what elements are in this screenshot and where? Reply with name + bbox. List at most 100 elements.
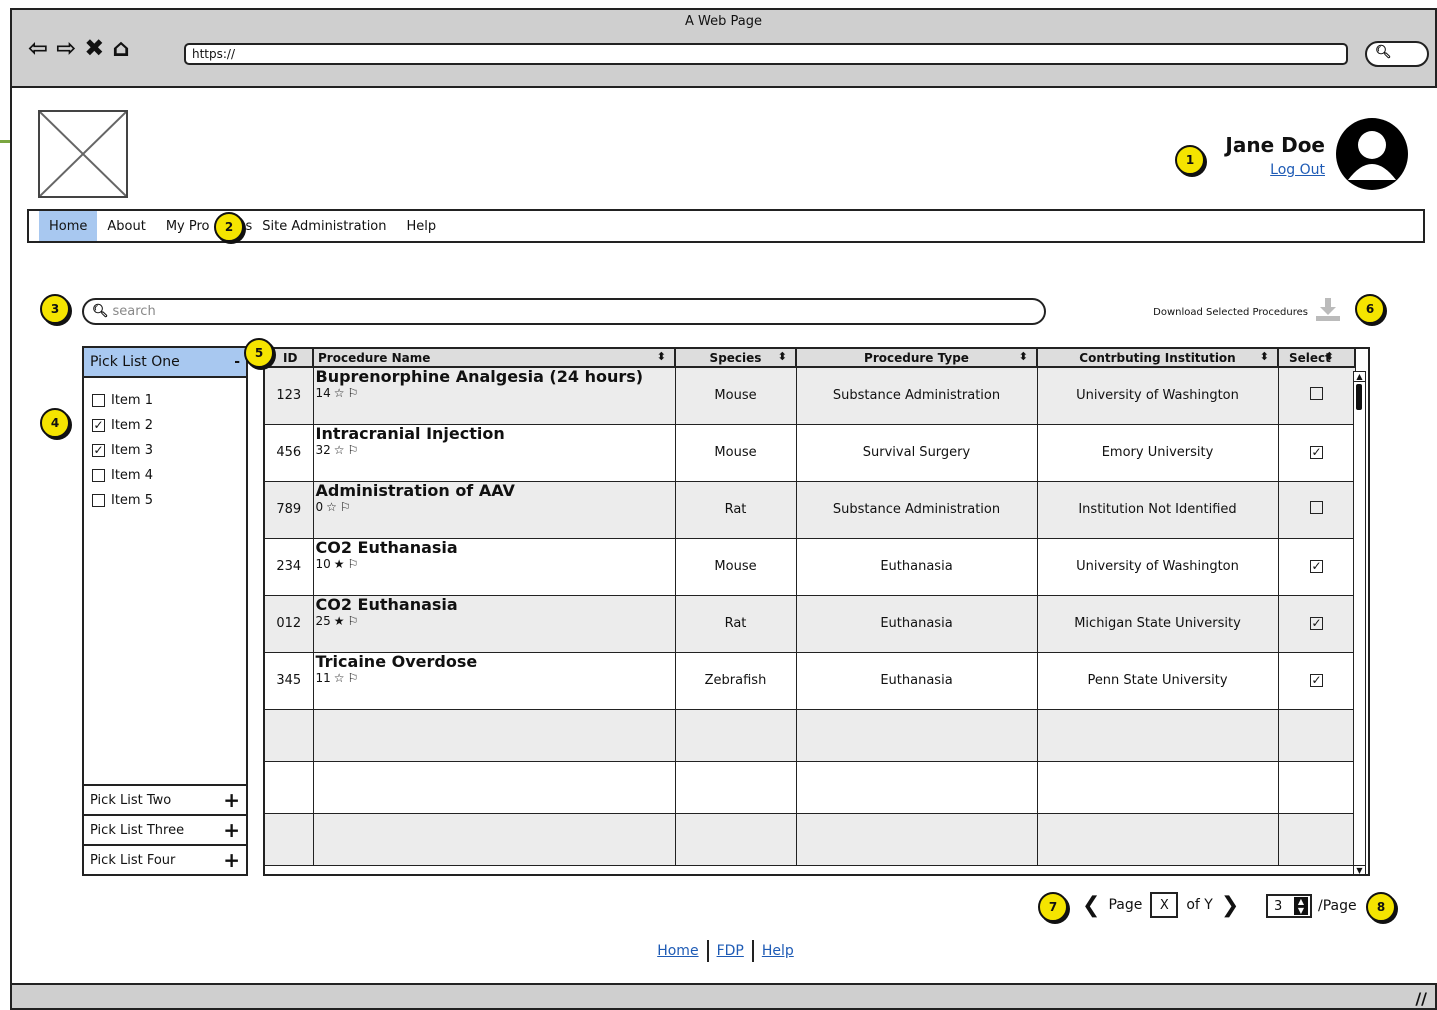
annotation-marker-1: 1: [1175, 145, 1205, 175]
cell-procedure-name[interactable]: Tricaine Overdose 11 ☆ ⚐: [313, 652, 676, 710]
col-header-select[interactable]: Select ⬍: [1278, 349, 1356, 368]
star-outline-icon[interactable]: ☆: [334, 443, 345, 457]
table-row[interactable]: 123 Buprenorphine Analgesia (24 hours) 14 ☆…: [265, 367, 1356, 425]
pick-list-one-header[interactable]: Pick List One -: [84, 348, 246, 378]
sort-icon[interactable]: ⬍: [1325, 350, 1334, 363]
table-row[interactable]: 345 Tricaine Overdose 11 ☆ ⚐ Zebrafish Euthana…: [265, 652, 1356, 710]
footer-home-link[interactable]: Home: [657, 943, 698, 959]
forward-icon[interactable]: ⇨: [56, 34, 76, 62]
select-checkbox[interactable]: ✓: [1310, 560, 1323, 573]
sort-icon[interactable]: ⬍: [657, 350, 666, 363]
pick-list-four[interactable]: Pick List Four +: [84, 844, 246, 874]
logout-link[interactable]: Log Out: [1220, 162, 1325, 178]
procedure-meta: 10 ★ ⚐: [316, 557, 675, 571]
expand-icon[interactable]: +: [223, 818, 240, 842]
star-filled-icon[interactable]: ★: [334, 614, 345, 628]
stepper-arrows-icon[interactable]: ▲ ▼: [1294, 897, 1308, 915]
col-header-procedure-name[interactable]: Procedure Name ⬍: [313, 349, 676, 368]
scroll-down-icon[interactable]: ▼: [1354, 865, 1365, 874]
sort-icon[interactable]: ⬍: [1019, 350, 1028, 363]
flag-icon[interactable]: ⚐: [348, 614, 359, 628]
cell-procedure-name[interactable]: CO2 Euthanasia 10 ★ ⚐: [313, 538, 676, 596]
per-page-stepper[interactable]: 3 ▲ ▼: [1266, 894, 1312, 918]
star-outline-icon[interactable]: ☆: [326, 500, 337, 514]
expand-icon[interactable]: +: [223, 788, 240, 812]
expand-icon[interactable]: +: [223, 848, 240, 872]
next-page-icon[interactable]: ❯: [1221, 893, 1239, 918]
table-row[interactable]: 012 CO2 Euthanasia 25 ★ ⚐ Rat Euthanasia Michig…: [265, 595, 1356, 653]
avatar[interactable]: [1336, 118, 1408, 190]
flag-icon[interactable]: ⚐: [348, 443, 359, 457]
select-checkbox[interactable]: [1310, 501, 1323, 514]
scroll-thumb[interactable]: [1356, 384, 1362, 410]
pick-list-item[interactable]: Item 5: [92, 488, 238, 513]
footer-help-link[interactable]: Help: [762, 943, 794, 959]
pick-list-checkbox[interactable]: [92, 469, 105, 482]
star-filled-icon[interactable]: ★: [334, 557, 345, 571]
collapse-icon[interactable]: -: [234, 354, 240, 370]
procedure-title[interactable]: Tricaine Overdose: [316, 652, 675, 671]
flag-icon[interactable]: ⚐: [348, 386, 359, 400]
col-header-institution[interactable]: Contrbuting Institution ⬍: [1037, 349, 1279, 368]
select-checkbox[interactable]: [1310, 387, 1323, 401]
empty-cell: [1278, 813, 1356, 866]
pick-list-item[interactable]: ✓ Item 2: [92, 413, 238, 438]
col-header-procedure-type[interactable]: Procedure Type ⬍: [796, 349, 1038, 368]
nav-site-administration[interactable]: Site Administration: [252, 211, 396, 241]
procedure-title[interactable]: CO2 Euthanasia: [316, 538, 675, 557]
pick-list-checkbox[interactable]: ✓: [92, 419, 105, 432]
cell-procedure-name[interactable]: Administration of AAV 0 ☆ ⚐: [313, 481, 676, 539]
star-outline-icon[interactable]: ☆: [334, 386, 345, 400]
cell-institution: University of Washington: [1037, 367, 1279, 425]
nav-home[interactable]: Home: [39, 211, 98, 241]
table-scrollbar[interactable]: ▲ ▼: [1353, 371, 1366, 874]
select-checkbox[interactable]: ✓: [1310, 446, 1323, 459]
pick-list-two[interactable]: Pick List Two +: [84, 784, 246, 814]
procedure-title[interactable]: Intracranial Injection: [316, 424, 675, 443]
annotation-marker-6: 6: [1355, 294, 1385, 324]
prev-page-icon[interactable]: ❮: [1082, 893, 1100, 918]
pick-list-item[interactable]: Item 4: [92, 463, 238, 488]
cell-select: ✓: [1278, 652, 1356, 710]
sort-icon[interactable]: ⬍: [778, 350, 787, 363]
nav-help[interactable]: Help: [397, 211, 447, 241]
select-checkbox[interactable]: ✓: [1310, 617, 1323, 630]
procedure-title[interactable]: CO2 Euthanasia: [316, 595, 675, 614]
home-icon[interactable]: ⌂: [112, 34, 129, 62]
cell-id: 345: [265, 652, 314, 710]
search-input[interactable]: 🔍︎ search: [82, 298, 1046, 325]
scroll-up-icon[interactable]: ▲: [1354, 372, 1365, 382]
flag-icon[interactable]: ⚐: [340, 500, 351, 514]
procedure-title[interactable]: Buprenorphine Analgesia (24 hours): [316, 368, 675, 386]
back-icon[interactable]: ⇦: [28, 34, 48, 62]
pick-list-checkbox[interactable]: [92, 494, 105, 507]
resize-grip-icon[interactable]: //: [1415, 989, 1427, 1008]
flag-icon[interactable]: ⚐: [348, 557, 359, 571]
empty-cell: [265, 761, 314, 814]
url-bar[interactable]: https://: [184, 43, 1348, 65]
select-checkbox[interactable]: ✓: [1310, 674, 1323, 687]
stop-icon[interactable]: ✖: [84, 34, 104, 62]
pick-list-two-title: Pick List Two: [90, 792, 172, 808]
sort-icon[interactable]: ⬍: [1260, 350, 1269, 363]
table-row[interactable]: 456 Intracranial Injection 32 ☆ ⚐ Mouse Surviv…: [265, 424, 1356, 482]
nav-about[interactable]: About: [97, 211, 155, 241]
col-header-species[interactable]: Species ⬍: [675, 349, 797, 368]
footer-fdp-link[interactable]: FDP: [717, 943, 744, 959]
cell-procedure-name[interactable]: Intracranial Injection 32 ☆ ⚐: [313, 424, 676, 482]
cell-procedure-name[interactable]: CO2 Euthanasia 25 ★ ⚐: [313, 595, 676, 653]
pick-list-checkbox[interactable]: ✓: [92, 444, 105, 457]
table-row[interactable]: 789 Administration of AAV 0 ☆ ⚐ Rat Substance …: [265, 481, 1356, 539]
browser-search-icon[interactable]: 🔍︎: [1365, 41, 1429, 67]
table-row[interactable]: 234 CO2 Euthanasia 10 ★ ⚐ Mouse Euthanasia Univ…: [265, 538, 1356, 596]
pick-list-three[interactable]: Pick List Three +: [84, 814, 246, 844]
pick-list-checkbox[interactable]: [92, 394, 105, 407]
pick-list-item[interactable]: ✓ Item 3: [92, 438, 238, 463]
pick-list-item[interactable]: Item 1: [92, 388, 238, 413]
page-number-input[interactable]: X: [1150, 892, 1179, 918]
star-outline-icon[interactable]: ☆: [334, 671, 345, 685]
download-icon[interactable]: [1315, 296, 1341, 322]
flag-icon[interactable]: ⚐: [348, 671, 359, 685]
procedure-title[interactable]: Administration of AAV: [316, 481, 675, 500]
cell-procedure-name[interactable]: Buprenorphine Analgesia (24 hours) 14 ☆ ⚐: [313, 367, 676, 425]
